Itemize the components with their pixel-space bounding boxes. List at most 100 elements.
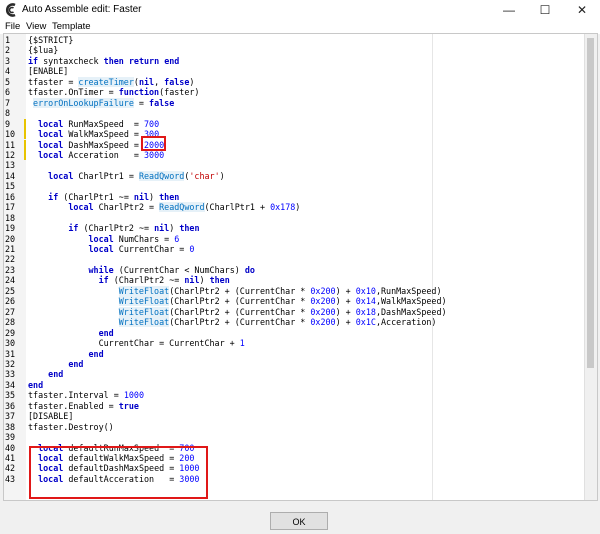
code-line: 7 errorOnLookupFailure = false	[4, 97, 584, 108]
line-number: 25	[5, 285, 16, 296]
code-text: if (CharlPtr2 ~= nil) then	[68, 223, 200, 234]
code-line: 38 tfaster.Destroy()	[4, 422, 584, 432]
code-line: 31 end	[4, 349, 584, 359]
code-text: local NumChars = 6	[88, 233, 180, 244]
menu-file[interactable]: File	[5, 21, 20, 32]
line-number: 32	[5, 358, 16, 369]
code-line: 2 {$lua}	[4, 45, 584, 55]
code-line: 8	[4, 108, 584, 118]
changed-line-marker	[24, 139, 26, 150]
code-text: {$STRICT}	[28, 35, 74, 45]
code-line: 21 local CurrentChar = 0	[4, 244, 584, 254]
changed-line-marker	[24, 149, 26, 161]
close-button[interactable]: ✕	[564, 0, 600, 20]
code-text: end	[68, 358, 84, 369]
line-number: 1	[5, 35, 11, 45]
code-text: end	[88, 348, 104, 359]
code-text: end	[28, 379, 44, 390]
code-text: [DISABLE]	[28, 411, 74, 422]
menu-template[interactable]: Template	[52, 21, 91, 32]
code-line: 26 WriteFloat(CharlPtr2 + (CurrentChar *…	[4, 296, 584, 307]
line-number: 35	[5, 390, 16, 401]
code-text: CurrentChar = CurrentChar + 1	[28, 338, 245, 349]
code-text: while (CurrentChar < NumChars) do	[88, 264, 255, 275]
code-line: 16 if (CharlPtr1 ~= nil) then	[4, 192, 584, 202]
line-number: 31	[5, 348, 16, 359]
line-number: 18	[5, 212, 16, 223]
code-text: tfaster.Destroy()	[28, 421, 114, 432]
code-text: {$lua}	[28, 45, 59, 56]
code-line: 1 {$STRICT}	[4, 35, 584, 45]
code-line: 3 if syntaxcheck then return end	[4, 56, 584, 66]
code-text: local CurrentChar = 0	[88, 244, 195, 254]
code-line: 6 tfaster.OnTimer = function(faster)	[4, 87, 584, 97]
cheat-engine-app-icon	[4, 3, 18, 17]
code-line: 29 end	[4, 328, 584, 338]
code-line: 15	[4, 181, 584, 191]
code-text: local CharlPtr1 = ReadQword('char')	[48, 170, 225, 181]
code-line: 9 local RunMaxSpeed = 700	[4, 118, 584, 129]
code-line: 13	[4, 160, 584, 170]
code-text: local WalkMaxSpeed = 300	[38, 129, 160, 140]
vertical-scrollbar[interactable]	[584, 34, 597, 500]
line-number: 7	[5, 97, 11, 108]
line-number: 8	[5, 108, 11, 119]
code-text: local RunMaxSpeed = 700	[38, 118, 160, 129]
code-line: 32 end	[4, 359, 584, 369]
scrollbar-thumb[interactable]	[587, 38, 594, 368]
code-line: 33 end	[4, 369, 584, 379]
code-line: 23 while (CurrentChar < NumChars) do	[4, 265, 584, 275]
maximize-button[interactable]: ☐	[527, 0, 563, 20]
code-line: 18	[4, 213, 584, 223]
line-number: 28	[5, 317, 16, 328]
code-text: WriteFloat(CharlPtr2 + (CurrentChar * 0x…	[118, 317, 437, 328]
line-number: 5	[5, 76, 11, 87]
ok-button[interactable]: OK	[270, 512, 328, 530]
line-number: 37	[5, 411, 16, 422]
code-text: tfaster = createTimer(nil, false)	[28, 76, 195, 87]
code-text: WriteFloat(CharlPtr2 + (CurrentChar * 0x…	[118, 285, 442, 296]
line-number: 34	[5, 379, 16, 390]
code-line: 25 WriteFloat(CharlPtr2 + (CurrentChar *…	[4, 285, 584, 296]
highlight-box-dash-speed	[141, 136, 166, 151]
code-line: 27 WriteFloat(CharlPtr2 + (CurrentChar *…	[4, 306, 584, 317]
line-number: 10	[5, 129, 16, 140]
code-line: 24 if (CharlPtr2 ~= nil) then	[4, 275, 584, 285]
code-editor[interactable]: 1 {$STRICT} 2 {$lua} 3 if syntaxcheck then re…	[3, 33, 598, 501]
menu-view[interactable]: View	[26, 21, 46, 32]
menu-bar: File View Template	[0, 20, 600, 34]
code-line: 36 tfaster.Enabled = true	[4, 401, 584, 411]
code-text: if (CharlPtr2 ~= nil) then	[98, 275, 230, 286]
line-number: 40	[5, 442, 16, 453]
line-number: 9	[5, 118, 11, 129]
line-number: 6	[5, 87, 11, 98]
code-line: 39	[4, 432, 584, 442]
line-number: 15	[5, 181, 16, 192]
code-text: [ENABLE]	[28, 66, 69, 77]
code-text: WriteFloat(CharlPtr2 + (CurrentChar * 0x…	[118, 296, 447, 307]
title-bar: Auto Assemble edit: Faster — ☐ ✕	[0, 0, 600, 20]
line-number: 22	[5, 254, 16, 265]
code-text: tfaster.OnTimer = function(faster)	[28, 87, 200, 98]
code-text: if syntaxcheck then return end	[28, 55, 180, 66]
line-number: 43	[5, 473, 16, 484]
code-line: 34 end	[4, 380, 584, 390]
minimize-button[interactable]: —	[491, 0, 527, 20]
line-number: 13	[5, 160, 16, 171]
changed-line-marker	[24, 129, 26, 140]
line-number: 38	[5, 421, 16, 432]
code-line: 28 WriteFloat(CharlPtr2 + (CurrentChar *…	[4, 317, 584, 328]
line-number: 29	[5, 327, 16, 338]
code-line: 19 if (CharlPtr2 ~= nil) then	[4, 223, 584, 233]
code-line: 35 tfaster.Interval = 1000	[4, 390, 584, 400]
line-number: 12	[5, 149, 16, 160]
code-text: tfaster.Interval = 1000	[28, 390, 144, 401]
line-number: 14	[5, 170, 16, 181]
line-number: 2	[5, 45, 11, 56]
line-number: 39	[5, 432, 16, 443]
code-line: 5 tfaster = createTimer(nil, false)	[4, 76, 584, 87]
code-line: 17 local CharlPtr2 = ReadQword(CharlPtr1…	[4, 202, 584, 213]
code-text: local CharlPtr2 = ReadQword(CharlPtr1 + …	[68, 202, 301, 213]
code-text: WriteFloat(CharlPtr2 + (CurrentChar * 0x…	[118, 306, 447, 317]
code-line: 4 [ENABLE]	[4, 66, 584, 76]
